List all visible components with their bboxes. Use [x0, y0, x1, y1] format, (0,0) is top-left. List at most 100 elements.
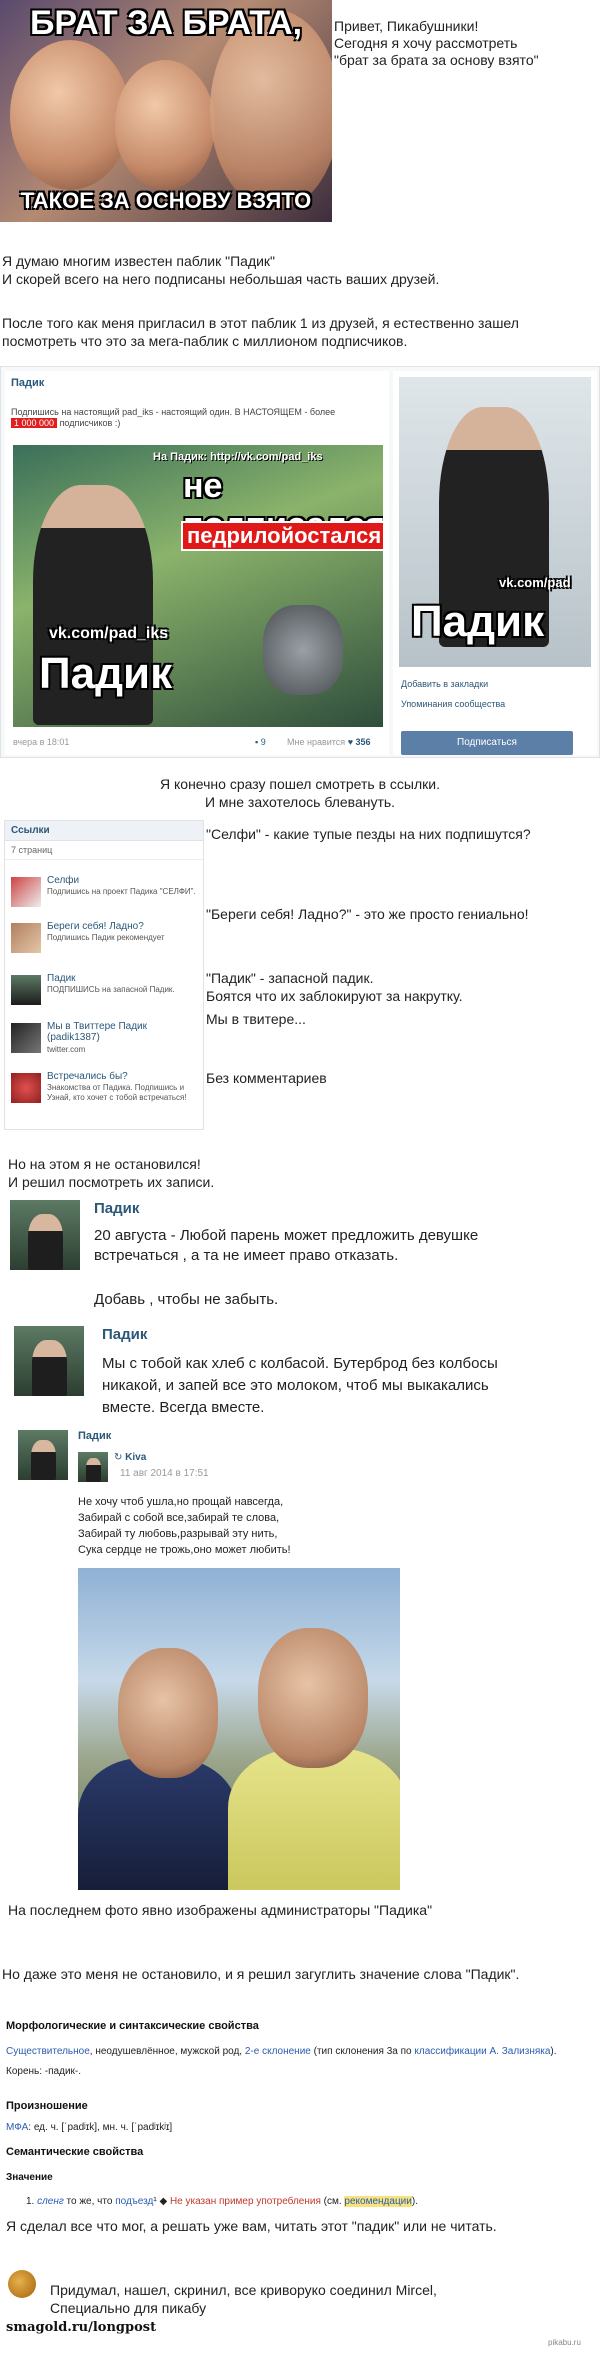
repost-icon: ↻: [114, 1452, 123, 1463]
dict-declension-link[interactable]: 2-е склонение: [245, 2046, 311, 2057]
para3-line-2: И решил посмотреть их записи.: [8, 1174, 215, 1190]
link-thumb: [11, 975, 41, 1005]
dict-ipa-text: : ед. ч. [ˈpadʲɪk], мн. ч. [ˈpadʲɪkʲɪ]: [28, 2122, 173, 2133]
vk-public-name[interactable]: Падик: [11, 377, 44, 389]
dict-morph-text-2: (тип склонения 3а по: [310, 2046, 415, 2057]
vk-post-likes[interactable]: Мне нравится ♥ 356: [287, 737, 371, 748]
post-author[interactable]: Падик: [102, 1326, 147, 1343]
subscribe-button[interactable]: Подписаться: [401, 731, 573, 755]
repost-date[interactable]: 11 авг 2014 в 17:51: [120, 1468, 209, 1479]
poem-line: Забирай с собой все,забирай те слова,: [78, 1512, 280, 1524]
vk-post-comments[interactable]: ▪ 9: [255, 737, 266, 748]
link-title: Береги себя! Ладно?: [47, 921, 144, 932]
post-text-line-1: 20 августа - Любой парень может предложи…: [94, 1227, 479, 1244]
dict-meaning-sep: ¹ ◆: [153, 2196, 170, 2207]
vk-post-desc-line1: Подпишись на настоящий pad_iks - настоящ…: [11, 407, 336, 417]
dict-podezd-link[interactable]: подъезд: [115, 2196, 153, 2207]
link-title: Мы в Твиттере Падик (padik1387): [47, 1021, 148, 1043]
dict-morph-line: Существительное, неодушевлённое, мужской…: [6, 2046, 557, 2057]
vk-public-avatar[interactable]: vk.com/pad Падик: [399, 377, 591, 667]
credits-line-2: Специально для пикабу: [50, 2300, 207, 2316]
post-avatar[interactable]: [18, 1430, 68, 1480]
comment-4: Мы в твитере...: [206, 1011, 306, 1027]
dict-pos-link[interactable]: Существительное: [6, 2046, 90, 2057]
link-item[interactable]: Падик ПОДПИШИСЬ на запасной Падик.: [11, 973, 199, 1013]
para1-line-2: И скорей всего на него подписаны небольш…: [2, 271, 440, 287]
poster-url: На Падик: http://vk.com/pad_iks: [153, 451, 323, 463]
poster-cat: [263, 605, 343, 695]
vk-post-time[interactable]: вчера в 18:01: [13, 737, 69, 748]
dict-ipa-link[interactable]: МФА: [6, 2122, 28, 2133]
avatar-watermark: vk.com/pad: [499, 575, 571, 590]
link-desc: twitter.com: [47, 1045, 86, 1054]
dict-heading-pronunciation: Произношение: [6, 2100, 88, 2112]
link-item[interactable]: Мы в Твиттере Падик (padik1387) twitter.…: [11, 1021, 199, 1061]
links-panel: Ссылки 7 страниц Селфи Подпишись на прое…: [4, 820, 204, 1130]
repost-author-name: Kiva: [125, 1452, 147, 1463]
meme-top-text: БРАТ ЗА БРАТА,: [29, 4, 303, 42]
comment-5: Без комментариев: [206, 1070, 327, 1086]
link-thumb: [11, 923, 41, 953]
photo-person-right-shirt: [228, 1748, 400, 1890]
intro-line-1: Привет, Пикабушники!: [334, 18, 479, 34]
para5: Но даже это меня не остановило, и я реши…: [2, 1966, 520, 1982]
dict-morph-text: , неодушевлённое, мужской род,: [89, 2046, 245, 2057]
photo-person-left-head: [118, 1648, 218, 1778]
vk-post-image[interactable]: На Падик: http://vk.com/pad_iks не подпи…: [13, 445, 383, 727]
avatar-big-label: Падик: [411, 597, 545, 646]
links-intro-line-1: Я конечно сразу пошел смотреть в ссылки.: [160, 776, 440, 792]
link-desc: ПОДПИШИСЬ на запасной Падик.: [47, 985, 175, 994]
comment-icon: ▪: [255, 737, 259, 747]
link-item[interactable]: Береги себя! Ладно? Подпишись Падик реко…: [11, 921, 199, 961]
poster-line-2: педрилойостался: [181, 521, 383, 551]
link-title: Падик: [47, 973, 76, 984]
wall-post-2: Падик Мы с тобой как хлеб с колбасой. Бу…: [0, 1322, 600, 1424]
link-thumb: [11, 1073, 41, 1103]
repost-photo[interactable]: [78, 1568, 400, 1890]
comment-2: "Береги себя! Ладно?" - это же просто ге…: [206, 906, 529, 922]
post-text-line-1: Мы с тобой как хлеб с колбасой. Бутербро…: [102, 1355, 498, 1372]
repost-avatar[interactable]: [78, 1452, 108, 1482]
link-item[interactable]: Селфи Подпишись на проект Падика "СЕЛФИ"…: [11, 875, 199, 915]
dict-slang-link[interactable]: сленг: [37, 2196, 64, 2207]
links-count: 7 страниц: [5, 841, 203, 860]
link-thumb: [11, 877, 41, 907]
vk-likes-label: Мне нравится: [287, 737, 346, 747]
cookie-icon: [8, 2270, 36, 2298]
heart-icon: ♥: [347, 737, 354, 747]
comment-1: "Селфи" - какие тупые пезды на них подпи…: [206, 826, 531, 842]
para2-line-2: посмотреть что это за мега-паблик с милл…: [2, 333, 408, 349]
link-desc: Подпишись Падик рекомендует: [47, 933, 165, 942]
dict-no-example[interactable]: Не указан пример употребления: [170, 2196, 321, 2207]
link-desc: Подпишись на проект Падика "СЕЛФИ".: [47, 887, 196, 896]
bookmark-link[interactable]: Добавить в закладки: [401, 679, 488, 690]
footer-link[interactable]: smagold.ru/longpost: [6, 2320, 156, 2335]
post-text-line-2: никакой, и запей все это молоком, чтоб м…: [102, 1377, 489, 1394]
poem-line: Сука сердце не трожь,оно может любить!: [78, 1544, 291, 1556]
meme-face-left: [10, 40, 130, 190]
meme-bottom-text: ТАКОЕ ЗА ОСНОВУ ВЗЯТО: [20, 188, 312, 213]
dict-recommendations-link[interactable]: рекомендации: [344, 2196, 412, 2207]
link-title: Встречались бы?: [47, 1071, 128, 1082]
comment-3b: Боятся что их заблокируют за накрутку.: [206, 988, 463, 1004]
post-author[interactable]: Падик: [94, 1200, 139, 1217]
post-author[interactable]: Падик: [78, 1430, 111, 1442]
repost-author[interactable]: ↻ Kiva: [114, 1452, 146, 1463]
dict-see-text: (см.: [320, 2196, 345, 2207]
mentions-link[interactable]: Упоминания сообщества: [401, 699, 505, 710]
vk-post-desc: Подпишись на настоящий pad_iks - настоящ…: [11, 407, 387, 429]
post-avatar[interactable]: [14, 1326, 84, 1396]
dict-classification-link[interactable]: классификации А. Зализняка: [414, 2046, 550, 2057]
dict-root: Корень: -падик-.: [6, 2066, 82, 2077]
vk-post-desc-count: 1 000 000: [11, 418, 58, 428]
vk-post: Падик Подпишись на настоящий pad_iks - н…: [5, 371, 389, 755]
dict-morph-text-3: ).: [550, 2046, 557, 2057]
wall-post-3: Падик ↻ Kiva 11 авг 2014 в 17:51 Не хочу…: [0, 1426, 600, 1896]
post-avatar[interactable]: [10, 1200, 80, 1270]
para3-line-1: Но на этом я не остановился!: [8, 1156, 201, 1172]
links-header[interactable]: Ссылки: [5, 821, 203, 841]
link-desc: Знакомства от Падика. Подпишись и Узнай,…: [47, 1083, 187, 1102]
para2-line-1: После того как меня пригласил в этот паб…: [2, 315, 519, 331]
link-title: Селфи: [47, 875, 80, 886]
link-item[interactable]: Встречались бы? Знакомства от Падика. По…: [11, 1071, 199, 1123]
